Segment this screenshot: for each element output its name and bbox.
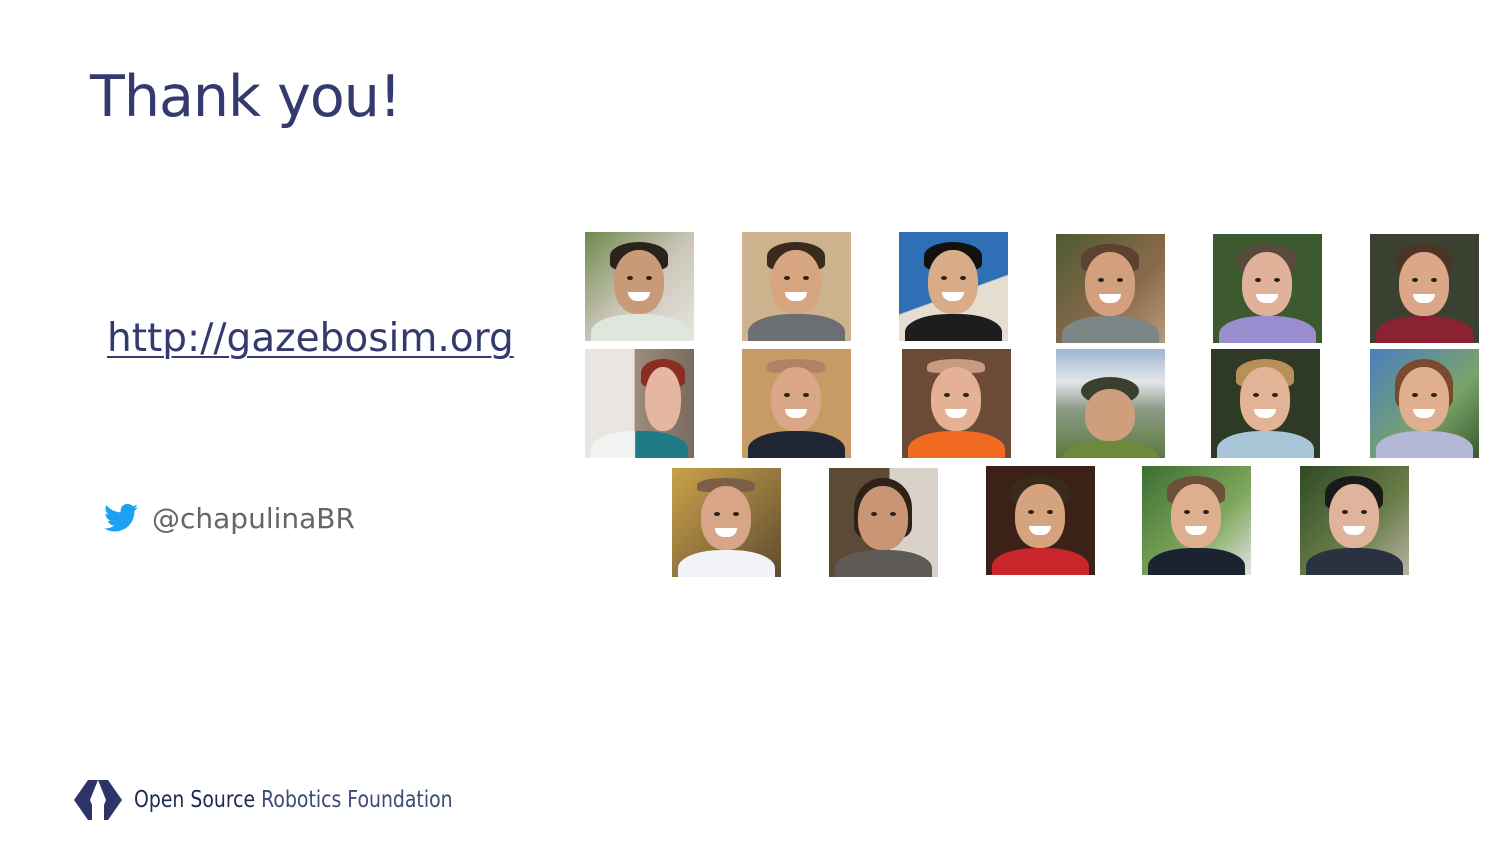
twitter-bird-icon bbox=[104, 503, 138, 533]
contributor-photo bbox=[829, 468, 938, 577]
contributor-photo bbox=[1056, 349, 1165, 458]
contributor-photo bbox=[1370, 349, 1479, 458]
logo-text-open-source: Open Source bbox=[134, 787, 256, 813]
contributor-photo bbox=[1211, 349, 1320, 458]
twitter-contact: @chapulinaBR bbox=[104, 500, 355, 536]
contributor-photo bbox=[902, 349, 1011, 458]
contributor-photo bbox=[1213, 234, 1322, 343]
contributor-photo bbox=[742, 232, 851, 341]
gazebosim-link[interactable]: http://gazebosim.org bbox=[107, 316, 514, 361]
contributor-photo bbox=[1300, 466, 1409, 575]
contributor-photo bbox=[986, 466, 1095, 575]
osrf-wordmark: Open Source Robotics Foundation bbox=[134, 787, 453, 813]
contributor-photo bbox=[1370, 234, 1479, 343]
contributor-photo bbox=[742, 349, 851, 458]
contributor-photo bbox=[1142, 466, 1251, 575]
twitter-handle: @chapulinaBR bbox=[152, 501, 355, 535]
contributor-photo bbox=[1056, 234, 1165, 343]
slide-title: Thank you! bbox=[90, 64, 402, 130]
contributor-photo bbox=[672, 468, 781, 577]
contributor-photo bbox=[585, 232, 694, 341]
osrf-logo: Open Source Robotics Foundation bbox=[74, 780, 523, 820]
logo-text-robotics-foundation: Robotics Foundation bbox=[261, 787, 453, 813]
osrf-logo-icon bbox=[74, 780, 122, 820]
contributor-photo bbox=[899, 232, 1008, 341]
contributor-photo bbox=[585, 349, 694, 458]
